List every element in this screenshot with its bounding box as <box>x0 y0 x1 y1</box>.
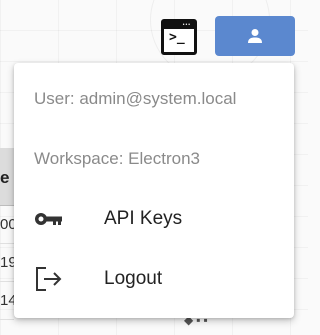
person-icon <box>248 29 262 43</box>
workspace-text: Workspace: Electron3 <box>34 149 200 168</box>
background-table: e 00 19 14 <box>0 148 14 328</box>
terminal-icon: >_ <box>169 30 185 45</box>
table-cell: 19 <box>0 244 14 282</box>
account-button[interactable] <box>215 16 295 56</box>
menu-item-label: Logout <box>104 268 163 289</box>
terminal-icon-titlebar: ••• <box>164 22 194 29</box>
table-cell: 00 <box>0 206 14 244</box>
user-email-text: User: admin@system.local <box>34 89 237 108</box>
menu-item-logout[interactable]: Logout <box>14 251 294 307</box>
menu-item-api-keys[interactable]: API Keys <box>14 191 294 247</box>
terminal-button[interactable]: ••• >_ <box>161 19 197 55</box>
menu-item-label: API Keys <box>104 208 183 229</box>
key-icon <box>35 213 62 225</box>
table-header-cell: e <box>0 148 14 206</box>
account-menu: User: admin@system.local Workspace: Elec… <box>14 63 294 318</box>
logout-icon <box>36 267 62 291</box>
terminal-icon-dots: ••• <box>182 22 191 28</box>
table-cell: 14 <box>0 282 14 320</box>
